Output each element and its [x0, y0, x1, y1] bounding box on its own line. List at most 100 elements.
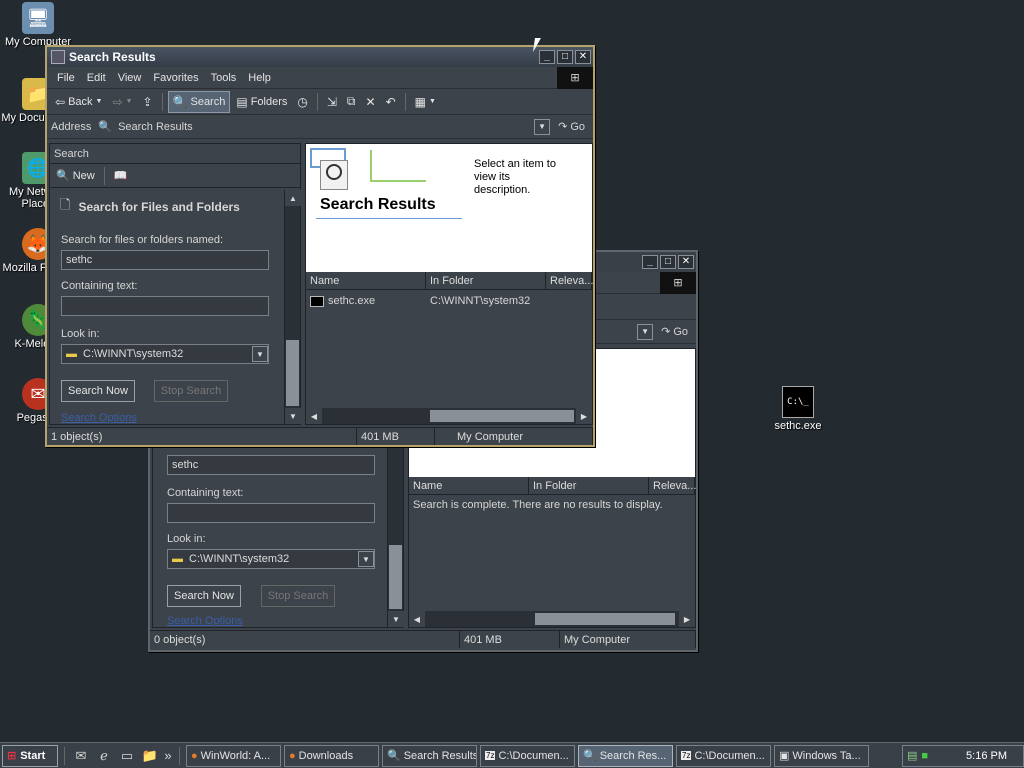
search-icon: 🔍 [56, 170, 70, 182]
maximize-button[interactable]: □ [557, 50, 573, 64]
column-relevance[interactable]: Releva... [649, 477, 696, 494]
move-to-button[interactable]: ⇲ [323, 91, 341, 113]
quicklaunch-desktop-icon[interactable]: ▭ [117, 745, 137, 767]
menu-help[interactable]: Help [242, 72, 277, 84]
views-button[interactable]: ▦ ▼ [411, 91, 440, 113]
column-in-folder[interactable]: In Folder [529, 477, 649, 494]
containing-text-label: Containing text: [61, 280, 138, 292]
history-button[interactable]: ◷ [293, 91, 311, 113]
search-options-link[interactable]: Search Options [167, 615, 243, 627]
search-options-link[interactable]: Search Options [61, 412, 137, 424]
menu-edit[interactable]: Edit [81, 72, 112, 84]
status-size: 401 MB [460, 631, 560, 648]
quicklaunch-outlook-icon[interactable]: ✉ [71, 745, 91, 767]
search-results-graphic-icon [310, 148, 426, 192]
up-folder-button[interactable]: ⇪ [138, 91, 156, 113]
menu-favorites[interactable]: Favorites [147, 72, 204, 84]
document-icon: 🗋 [60, 197, 71, 212]
column-name[interactable]: Name [306, 272, 426, 289]
task-search-results[interactable]: 🔍 Search Results [382, 744, 477, 767]
search-now-button[interactable]: Search Now [61, 380, 135, 402]
scroll-left-arrow[interactable]: ◀ [306, 408, 322, 424]
tray-clock[interactable]: 5:16 PM [966, 750, 1007, 762]
copy-to-button[interactable]: ⧉ [343, 91, 360, 113]
column-name[interactable]: Name [409, 477, 529, 494]
minimize-button[interactable]: _ [642, 255, 658, 269]
scroll-up-arrow[interactable]: ▲ [285, 190, 301, 206]
task-windows-task-manager[interactable]: ▣ Windows Ta... [774, 744, 869, 767]
filename-field[interactable]: sethc [167, 455, 375, 475]
start-button[interactable]: ⊞ Start [2, 744, 58, 767]
look-in-dropdown-button[interactable]: ▼ [252, 346, 268, 362]
column-in-folder[interactable]: In Folder [426, 272, 546, 289]
quicklaunch-more-icon[interactable]: » [163, 745, 173, 767]
move-to-icon: ⇲ [326, 94, 337, 109]
search-pane-scrollbar[interactable]: ▲ ▼ [284, 190, 301, 424]
column-relevance[interactable]: Releva... [546, 272, 593, 289]
task-7zip-documents[interactable]: 7z C:\Documen... [480, 744, 575, 767]
scroll-thumb[interactable] [535, 613, 675, 625]
firefox-icon: ● [289, 749, 296, 762]
stop-search-button[interactable]: Stop Search [154, 380, 228, 402]
desktop-icon-sethc[interactable]: C:\_ sethc.exe [760, 386, 836, 432]
close-button[interactable]: ✕ [575, 50, 591, 64]
menu-view[interactable]: View [112, 72, 148, 84]
quicklaunch-explorer-icon[interactable]: 📁 [140, 745, 160, 767]
close-button[interactable]: ✕ [678, 255, 694, 269]
containing-text-field[interactable] [167, 503, 375, 523]
go-button[interactable]: ↷ Go [550, 120, 593, 134]
scroll-thumb[interactable] [286, 340, 299, 406]
windows-logo-icon: ⊞ [557, 66, 593, 89]
new-search-button[interactable]: 🔍 New [56, 165, 95, 187]
search-assistant-button[interactable]: 📖 [114, 165, 128, 187]
containing-text-field[interactable] [61, 296, 269, 316]
menu-file[interactable]: File [51, 72, 81, 84]
desktop-icon-my-computer[interactable]: 🖥 My Computer [0, 2, 76, 48]
back-button[interactable]: ⇦ Back ▼ [51, 91, 106, 113]
scroll-left-arrow[interactable]: ◀ [409, 611, 425, 627]
tray-network-icon[interactable]: ▤ [907, 749, 917, 762]
quicklaunch-ie-icon[interactable]: ℯ [94, 745, 114, 767]
forward-button[interactable]: ⇨ ▼ [108, 91, 136, 113]
look-in-select[interactable]: ▬ C:\WINNT\system32 ▼ [61, 344, 269, 364]
search-pane-header: Search [50, 144, 300, 164]
address-dropdown-button[interactable]: ▼ [534, 118, 551, 135]
results-hscrollbar[interactable]: ◀ ▶ [409, 611, 695, 627]
task-7zip-documents-2[interactable]: 7z C:\Documen... [676, 744, 771, 767]
menu-tools[interactable]: Tools [205, 72, 243, 84]
search-now-button[interactable]: Search Now [167, 585, 241, 607]
scroll-right-arrow[interactable]: ▶ [576, 408, 592, 424]
search-pane-title: Search for Files and Folders [78, 200, 240, 214]
look-in-select[interactable]: ▬ C:\WINNT\system32 ▼ [167, 549, 375, 569]
stop-search-button[interactable]: Stop Search [261, 585, 335, 607]
scroll-right-arrow[interactable]: ▶ [679, 611, 695, 627]
filename-field[interactable]: sethc [61, 250, 269, 270]
minimize-button[interactable]: _ [539, 50, 555, 64]
task-search-results-active[interactable]: 🔍 Search Res... [578, 744, 673, 767]
search-results-window[interactable]: Search Results _ □ ✕ File Edit View Favo… [45, 45, 595, 447]
delete-button[interactable]: ✕ [362, 91, 380, 113]
list-item[interactable]: sethc.exe C:\WINNT\system32 [306, 292, 592, 310]
banner-hint: Select an item to view its description. [474, 158, 556, 196]
search-button[interactable]: 🔍 Search [167, 90, 231, 113]
scroll-thumb[interactable] [389, 545, 402, 609]
empty-results-message: Search is complete. There are no results… [413, 499, 663, 511]
address-input[interactable]: 🔍 Search Results [97, 117, 535, 136]
task-downloads[interactable]: ● Downloads [284, 744, 379, 767]
tray-task-manager-icon[interactable]: ■ [921, 750, 928, 762]
go-button[interactable]: ↷ Go [653, 325, 696, 339]
scroll-down-arrow[interactable]: ▼ [285, 408, 301, 424]
task-winworld[interactable]: ● WinWorld: A... [186, 744, 281, 767]
status-object-count: 1 object(s) [47, 428, 357, 445]
go-arrow-icon: ↷ [558, 121, 568, 133]
folders-button[interactable]: ▤ Folders [232, 91, 291, 113]
scroll-thumb[interactable] [430, 410, 574, 422]
maximize-button[interactable]: □ [660, 255, 676, 269]
address-dropdown-button[interactable]: ▼ [637, 323, 654, 340]
scroll-down-arrow[interactable]: ▼ [388, 611, 404, 627]
search-results-icon: 🔍 [98, 121, 113, 133]
look-in-dropdown-button[interactable]: ▼ [358, 551, 374, 567]
results-hscrollbar[interactable]: ◀ ▶ [306, 408, 592, 424]
title-bar[interactable]: Search Results _ □ ✕ [47, 47, 593, 67]
undo-button[interactable]: ↶ [382, 91, 400, 113]
